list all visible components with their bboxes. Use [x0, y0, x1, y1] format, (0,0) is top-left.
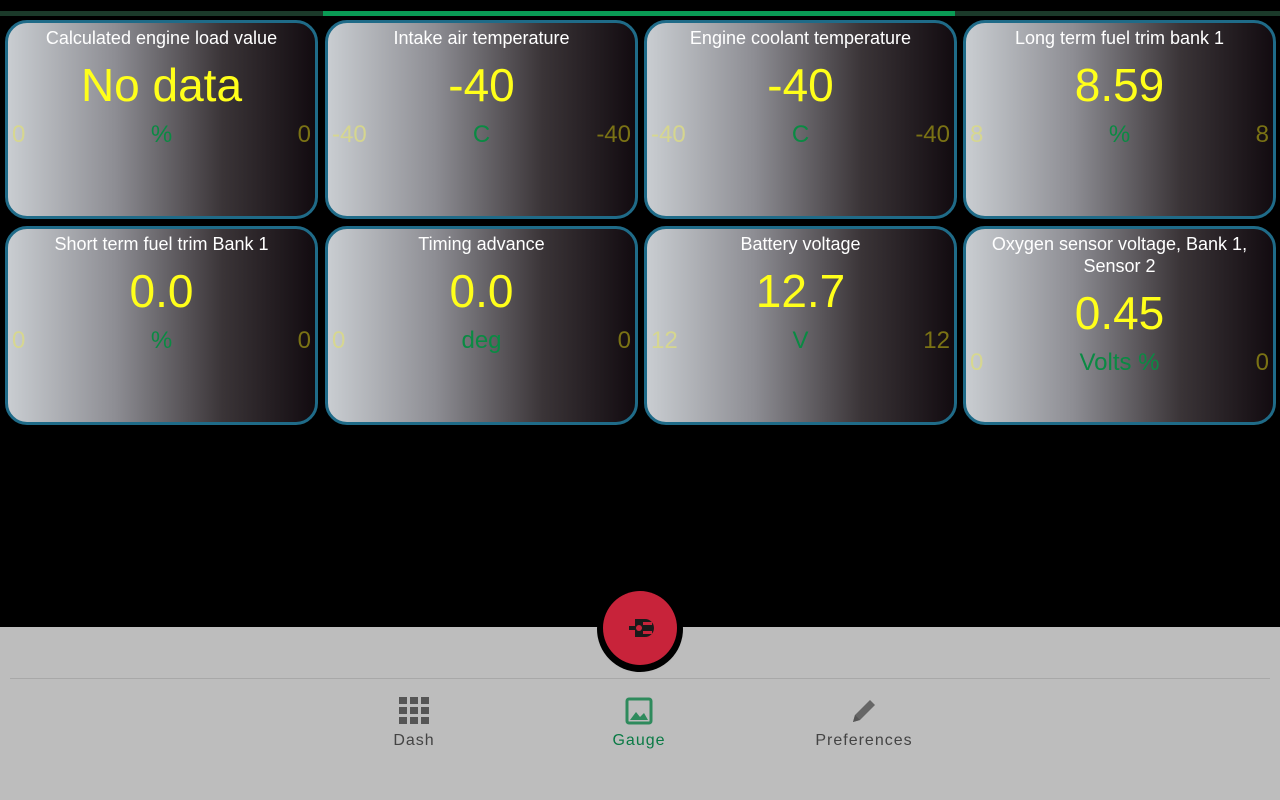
gauge-card[interactable]: Oxygen sensor voltage, Bank 1, Sensor 2 …: [963, 226, 1276, 425]
gauge-value: -40: [448, 59, 515, 111]
gauge-card[interactable]: Engine coolant temperature -40 -40 C -40: [644, 20, 957, 219]
gauge-max: 0: [297, 121, 311, 148]
connect-button[interactable]: [603, 591, 677, 665]
gauge-card[interactable]: Calculated engine load value No data 0 %…: [5, 20, 318, 219]
pencil-icon: [794, 696, 934, 728]
nav-item-preferences[interactable]: Preferences: [794, 696, 934, 750]
grid-icon: [344, 696, 484, 728]
gauge-unit: C: [472, 121, 491, 148]
gauge-title: Timing advance: [418, 234, 545, 254]
gauge-title: Calculated engine load value: [45, 28, 278, 48]
gauge-unit: Volts %: [1079, 349, 1160, 376]
gauge-value: -40: [767, 59, 834, 111]
plug-icon: [629, 619, 654, 637]
gauge-grid: Calculated engine load value No data 0 %…: [0, 0, 1280, 430]
gauge-card[interactable]: Short term fuel trim Bank 1 0.0 0 % 0: [5, 226, 318, 425]
gauge-card[interactable]: Intake air temperature -40 -40 C -40: [325, 20, 638, 219]
gauge-title: Engine coolant temperature: [689, 28, 912, 48]
gauge-max: 8: [1255, 121, 1269, 148]
nav-label: Gauge: [612, 732, 666, 749]
gauge-title: Intake air temperature: [393, 28, 570, 48]
gauge-unit: %: [1108, 121, 1131, 148]
gauge-value: No data: [80, 59, 243, 111]
gauge-max: -40: [596, 121, 631, 148]
gauge-unit: %: [150, 121, 173, 148]
gauge-max: 12: [923, 327, 950, 354]
gauge-value: 12.7: [755, 265, 846, 317]
gauge-card[interactable]: Timing advance 0.0 0 deg 0: [325, 226, 638, 425]
gauge-unit: deg: [461, 327, 502, 354]
gauge-card[interactable]: Battery voltage 12.7 12 V 12: [644, 226, 957, 425]
gauge-title: Battery voltage: [740, 234, 861, 254]
divider: [10, 678, 1270, 679]
gauge-title: Long term fuel trim bank 1: [1014, 28, 1225, 48]
nav-item-gauge[interactable]: Gauge: [569, 696, 709, 750]
gauge-max: -40: [915, 121, 950, 148]
gauge-unit: C: [791, 121, 810, 148]
gauge-value: 0.45: [1074, 287, 1165, 339]
gauge-unit: V: [792, 327, 809, 354]
nav-label: Dash: [393, 732, 435, 749]
gauge-value: 0.0: [449, 265, 514, 317]
gauge-max: 0: [1255, 349, 1269, 376]
gauge-value: 8.59: [1074, 59, 1165, 111]
gauge-max: 0: [297, 327, 311, 354]
image-icon: [569, 696, 709, 728]
gauge-card[interactable]: Long term fuel trim bank 1 8.59 8 % 8: [963, 20, 1276, 219]
gauge-title: Oxygen sensor voltage, Bank 1, Sensor 2: [991, 234, 1248, 276]
nav-item-dash[interactable]: Dash: [344, 696, 484, 750]
gauge-max: 0: [617, 327, 631, 354]
nav-label: Preferences: [815, 732, 913, 749]
gauge-title: Short term fuel trim Bank 1: [54, 234, 269, 254]
gauge-value: 0.0: [129, 265, 194, 317]
gauge-unit: %: [150, 327, 173, 354]
